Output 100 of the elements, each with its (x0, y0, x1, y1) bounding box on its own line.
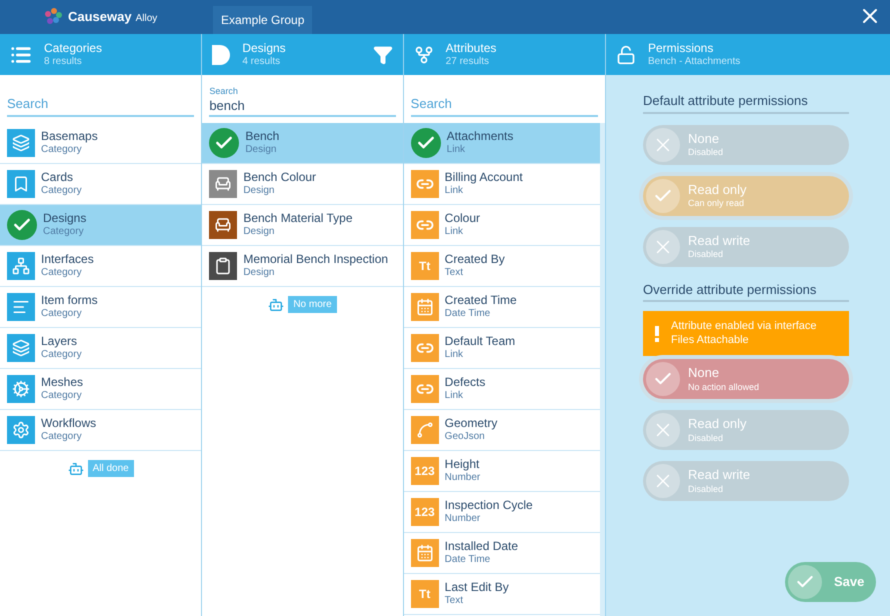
search-field[interactable]: bench (209, 96, 396, 117)
check-icon (410, 128, 441, 158)
bookmark-icon (7, 170, 35, 198)
item-type: Number (444, 513, 482, 526)
column-subtitle: Bench - Attachments (648, 56, 742, 68)
column-title: Categories (44, 40, 104, 56)
item-name: Geometry (444, 416, 498, 432)
column-subtitle: 4 results (242, 56, 282, 68)
item-name: Bench (245, 129, 280, 144)
item-name: Bench Colour (243, 170, 316, 186)
link-icon (410, 211, 439, 239)
layers-icon (7, 129, 35, 157)
logo-icon (44, 8, 64, 26)
section-heading: Override attribute permissions (643, 280, 849, 302)
item-type: Category (41, 431, 83, 444)
item-type: Link (444, 226, 464, 239)
filter-icon[interactable] (372, 44, 393, 64)
item-name: Attachments (446, 129, 514, 144)
product-name: Alloy (136, 12, 158, 26)
item-type: Design (243, 226, 276, 239)
item-name: Interfaces (41, 252, 94, 268)
item-name: Created Time (444, 293, 517, 308)
item-name: Colour (444, 211, 480, 226)
item-type: Text (444, 267, 464, 280)
scrollbar[interactable] (600, 123, 605, 616)
item-type: Category (41, 185, 82, 198)
item-type: Date Time (444, 308, 492, 321)
end-note: No more (288, 296, 337, 313)
gear-icon (7, 416, 35, 444)
check-icon (209, 128, 240, 158)
search-field[interactable]: Search (7, 92, 194, 117)
item-name: Bench Material Type (243, 211, 352, 226)
item-type: Category (41, 390, 83, 403)
item-name: Designs (43, 211, 86, 226)
item-type: Design (245, 144, 278, 157)
link-icon (410, 375, 439, 403)
calendar-icon (410, 539, 439, 567)
column-title: Designs (242, 40, 287, 56)
robot-icon (268, 296, 284, 312)
link-icon (410, 334, 439, 362)
warning-text: Files Attachable (671, 334, 750, 348)
alert-icon (655, 326, 659, 342)
type-badge: Tt (410, 252, 439, 280)
item-type: Link (444, 185, 464, 198)
item-type: Text (444, 595, 464, 608)
type-badge: Tt (410, 580, 439, 608)
item-name: Height (444, 457, 480, 472)
column-title: Permissions (648, 40, 714, 56)
item-name: Cards (41, 170, 74, 186)
design-icon (212, 44, 230, 64)
item-name: Billing Account (444, 170, 523, 186)
group-tab[interactable]: Example Group (213, 6, 312, 34)
item-name: Meshes (41, 375, 84, 390)
column-subtitle: 8 results (44, 56, 83, 68)
branch-icon (414, 44, 434, 64)
item-type: Design (243, 185, 276, 198)
type-badge: 123 (410, 498, 439, 526)
section-heading: Default attribute permissions (643, 91, 849, 114)
item-name: Default Team (444, 334, 516, 350)
item-type: Category (41, 144, 83, 157)
warning-text: Attribute enabled via interface (671, 320, 817, 334)
list-item[interactable]: Bench Design (202, 123, 403, 164)
gears-icon (7, 375, 35, 403)
item-type: Link (444, 349, 464, 362)
item-type: Link (444, 390, 464, 403)
link-icon (410, 170, 439, 198)
item-name: Inspection Cycle (444, 498, 533, 514)
item-type: Number (444, 472, 480, 485)
network-icon (7, 252, 35, 280)
nodes-icon (410, 416, 439, 444)
item-name: Last Edit By (444, 580, 509, 596)
item-name: Item forms (41, 293, 98, 308)
item-type: Category (41, 308, 83, 321)
column-title: Attributes (446, 40, 498, 56)
brand-name: Causeway (68, 8, 132, 26)
item-type: Date Time (444, 554, 492, 567)
item-name: Workflows (41, 416, 96, 432)
end-note: All done (88, 460, 134, 477)
item-name: Defects (444, 375, 486, 390)
column-subtitle: 27 results (446, 56, 490, 68)
item-type: Category (41, 267, 83, 280)
calendar-icon (410, 293, 439, 321)
item-type: Category (41, 349, 82, 362)
item-type: GeoJson (444, 431, 486, 444)
item-name: Basemaps (41, 129, 98, 144)
check-icon (7, 210, 37, 240)
search-field[interactable]: Search (410, 92, 598, 117)
layers-icon (7, 334, 35, 362)
robot-icon (68, 460, 84, 476)
item-type: Design (243, 267, 276, 280)
item-type: Link (446, 144, 466, 157)
item-name: Layers (41, 334, 78, 350)
list-icon (7, 293, 35, 321)
item-name: Installed Date (444, 539, 518, 554)
item-name: Memorial Bench Inspection (243, 252, 388, 268)
list-item[interactable]: Attachments Link (404, 123, 600, 164)
list-item[interactable]: Designs Category (0, 205, 202, 246)
item-type: Category (43, 226, 85, 239)
field-label: Search (209, 86, 239, 96)
item-name: Created By (444, 252, 505, 268)
